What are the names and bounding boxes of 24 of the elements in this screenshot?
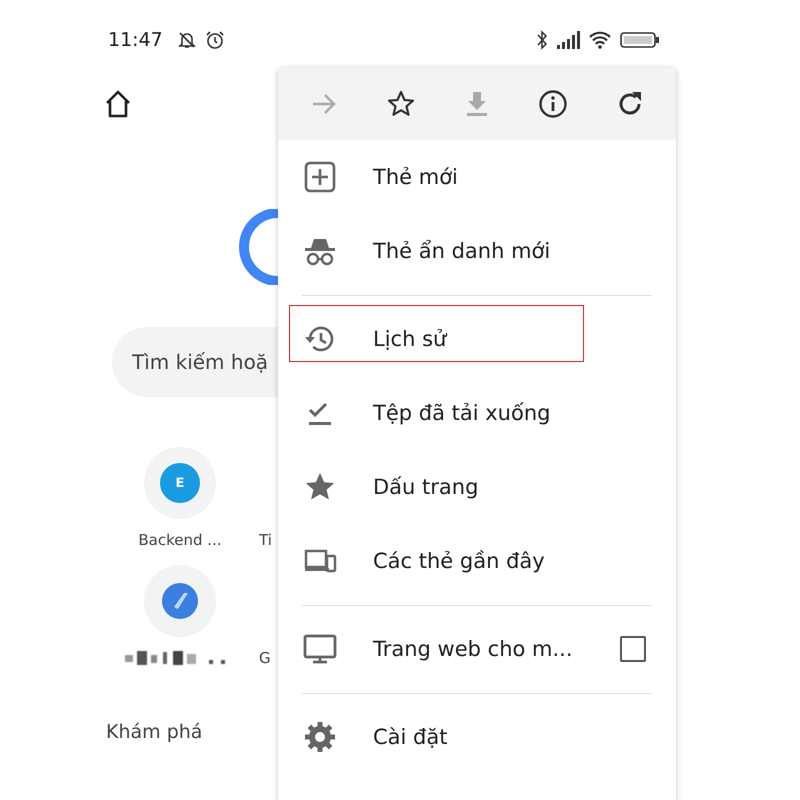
settings-icon [303, 720, 337, 754]
shortcut-letter: E [176, 476, 184, 490]
monitor-icon [303, 632, 337, 666]
shortcut-label[interactable]: Ti [259, 531, 272, 549]
menu-item[interactable]: Trang web cho m... [278, 612, 676, 686]
plus-box-icon [303, 160, 337, 194]
section-title: Khám phá [106, 721, 202, 743]
menu-item[interactable]: Dấu trang [278, 450, 676, 524]
menu-item[interactable]: Các thẻ gần đây [278, 524, 676, 598]
menu-item[interactable]: Thẻ ẩn danh mới [278, 214, 676, 288]
bluetooth-icon [536, 30, 548, 50]
shortcut-label[interactable]: G [259, 649, 271, 667]
checkbox[interactable] [620, 636, 646, 662]
alarm-icon [204, 30, 225, 50]
menu-item[interactable]: Thẻ mới [278, 140, 676, 214]
wifi-icon [588, 31, 612, 49]
status-time: 11:47 [108, 29, 163, 51]
menu-item[interactable]: Cài đặt [278, 700, 676, 774]
bell-off-icon [176, 30, 197, 50]
info-icon [538, 89, 568, 119]
shortcut-label[interactable]: Backend ... [138, 531, 222, 549]
battery-icon [620, 31, 660, 49]
signal-icon [556, 31, 580, 49]
star-icon [386, 89, 416, 119]
